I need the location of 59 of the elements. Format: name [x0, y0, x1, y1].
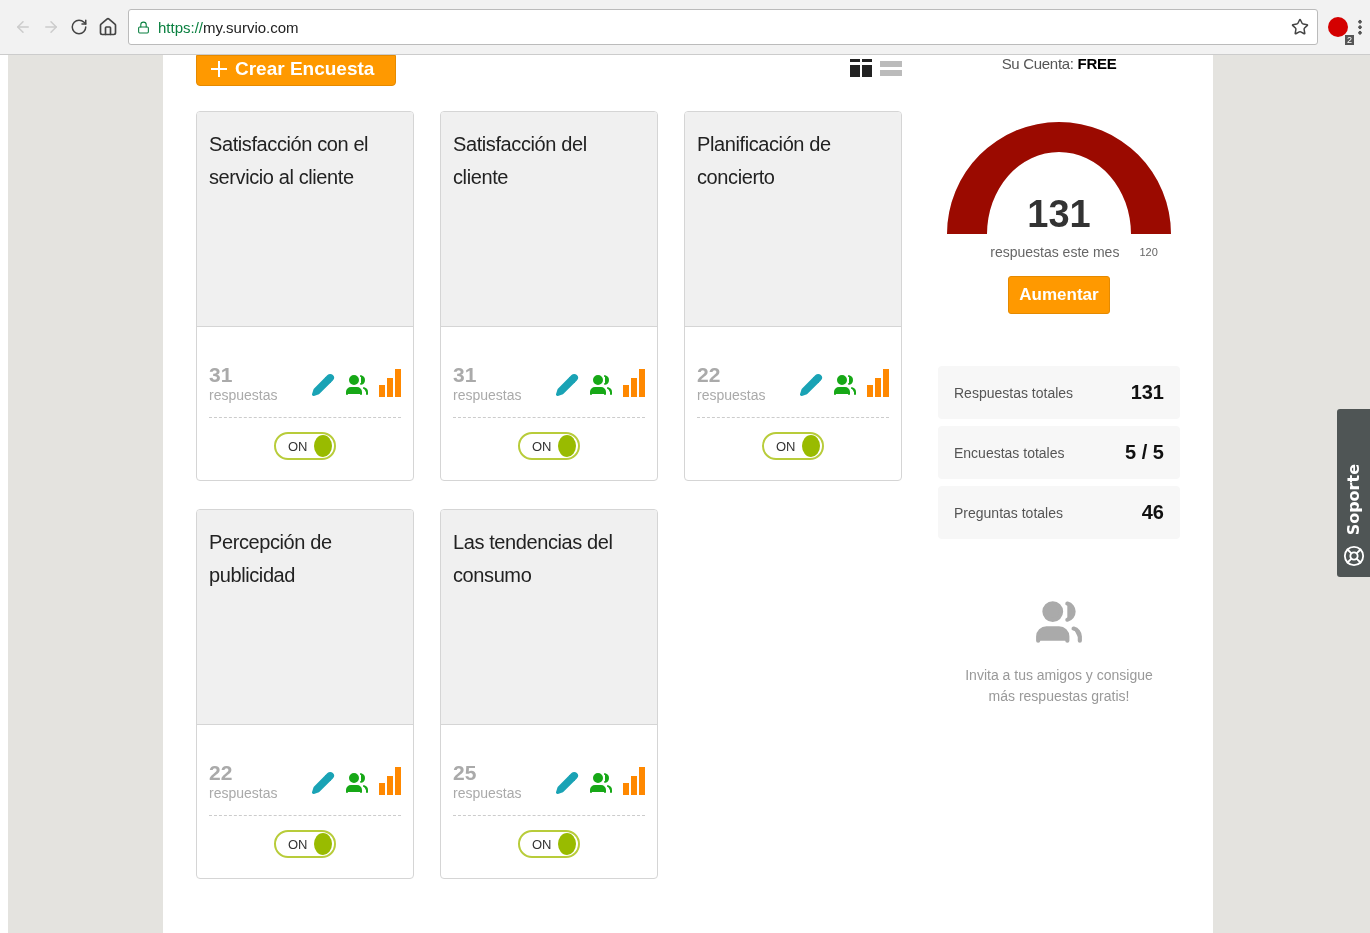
survey-card[interactable]: Satisfacción con el servicio al cliente 31 respuestas ON [196, 111, 414, 481]
stat-label: Preguntas totales [954, 504, 1063, 521]
home-icon[interactable] [98, 17, 118, 37]
response-label: respuestas [209, 387, 278, 403]
response-label: respuestas [453, 387, 522, 403]
pencil-icon[interactable] [555, 771, 579, 795]
star-icon[interactable] [1291, 18, 1309, 36]
users-icon[interactable] [589, 771, 613, 795]
users-icon[interactable] [833, 373, 857, 397]
bar-chart-icon[interactable] [379, 369, 401, 397]
bar-chart-icon[interactable] [623, 369, 645, 397]
users-icon[interactable] [345, 771, 369, 795]
lifebuoy-icon [1342, 545, 1365, 567]
menu-icon[interactable] [1358, 19, 1362, 35]
survey-card[interactable]: Planificación de concierto 22 respuestas ON [684, 111, 902, 481]
pencil-icon[interactable] [311, 373, 335, 397]
response-count: 22 [697, 363, 722, 387]
users-icon[interactable] [589, 373, 613, 397]
response-count: 25 [453, 761, 478, 785]
active-toggle[interactable]: ON [274, 830, 336, 858]
pencil-icon[interactable] [799, 373, 823, 397]
response-label: respuestas [697, 387, 766, 403]
survey-card[interactable]: Satisfacción del cliente 31 respuestas ON [440, 111, 658, 481]
stat-label: Encuestas totales [954, 444, 1065, 461]
lock-icon [137, 20, 150, 34]
active-toggle[interactable]: ON [518, 830, 580, 858]
account-plan: Su Cuenta: FREE [1001, 55, 1117, 72]
gauge-value: 131 [1026, 193, 1092, 236]
pencil-icon[interactable] [311, 771, 335, 795]
response-count: 31 [453, 363, 478, 387]
url-text: https://my.survio.com [158, 18, 300, 36]
support-tab[interactable]: Soporte [1337, 409, 1370, 577]
active-toggle[interactable]: ON [518, 432, 580, 460]
list-view-icon[interactable] [880, 59, 902, 77]
response-label: respuestas [209, 785, 278, 801]
response-count: 31 [209, 363, 234, 387]
gauge-max: 120 [1139, 245, 1158, 260]
bar-chart-icon[interactable] [623, 767, 645, 795]
stat-label: Respuestas totales [954, 384, 1074, 401]
pencil-icon[interactable] [555, 373, 579, 397]
plus-icon [211, 61, 227, 77]
bar-chart-icon[interactable] [379, 767, 401, 795]
address-bar[interactable]: https://my.survio.com [128, 9, 1318, 45]
active-toggle[interactable]: ON [274, 432, 336, 460]
active-toggle[interactable]: ON [762, 432, 824, 460]
users-icon[interactable] [345, 373, 369, 397]
stat-value: 46 [1141, 501, 1164, 524]
stat-value: 131 [1130, 381, 1164, 404]
grid-view-icon[interactable] [850, 59, 872, 77]
gauge-caption: respuestas este mes [990, 244, 1120, 260]
extension-icon[interactable] [1328, 17, 1348, 37]
survey-card[interactable]: Percepción de publicidad 22 respuestas ON [196, 509, 414, 879]
bar-chart-icon[interactable] [867, 369, 889, 397]
survey-card[interactable]: Las tendencias del consumo 25 respuestas ON [440, 509, 658, 879]
stat-value: 5 / 5 [1125, 441, 1164, 464]
reload-icon[interactable] [70, 18, 88, 36]
response-count: 22 [209, 761, 234, 785]
extension-badge: 2 [1345, 35, 1354, 45]
response-label: respuestas [453, 785, 522, 801]
